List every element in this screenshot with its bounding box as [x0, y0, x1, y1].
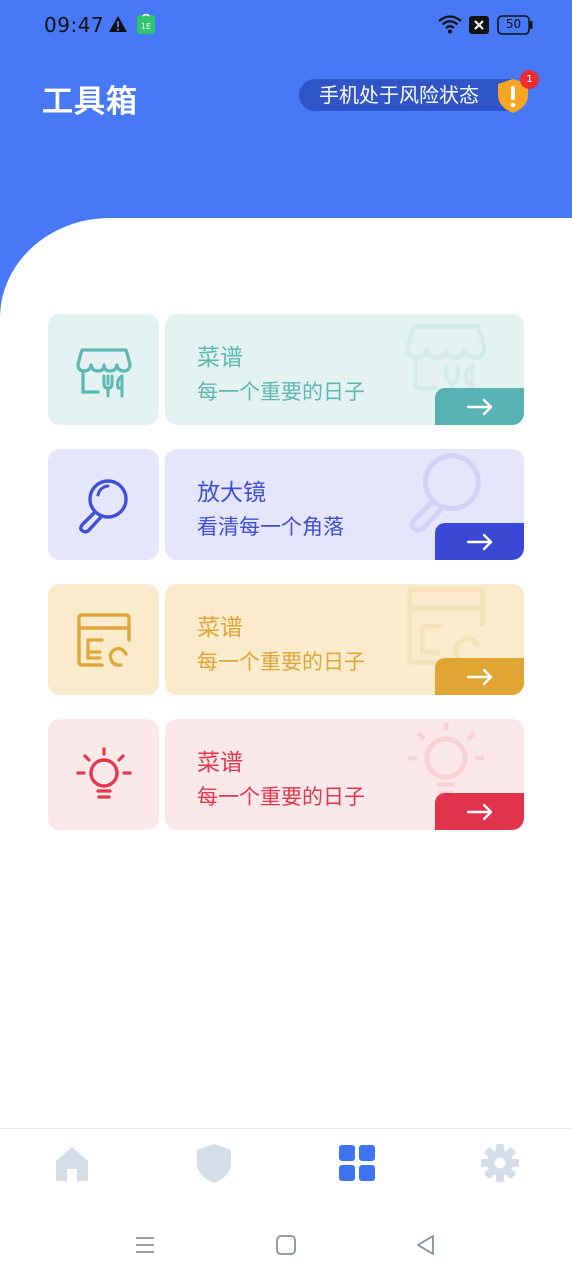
grid-icon[interactable]	[337, 1143, 377, 1183]
sim-notification-icon: 1E	[137, 13, 155, 34]
no-signal-icon	[469, 16, 489, 34]
tool-card-magnifier[interactable]: 放大镜 看清每一个角落	[48, 449, 524, 560]
card-title: 菜谱	[197, 345, 243, 371]
recipe-card-icon	[76, 612, 131, 667]
risk-status-button[interactable]: 手机处于风险状态	[299, 79, 525, 111]
risk-status-text: 手机处于风险状态	[319, 83, 479, 107]
wifi-icon	[438, 15, 462, 34]
arrow-right-icon	[466, 533, 492, 550]
page-title: 工具箱	[42, 84, 138, 120]
home-square-icon[interactable]	[274, 1233, 298, 1257]
arrow-right-icon	[466, 668, 492, 685]
open-button[interactable]	[435, 793, 524, 830]
tool-icon-tile[interactable]	[48, 719, 159, 830]
tool-info-tile[interactable]: 菜谱 每一个重要的日子	[165, 719, 524, 830]
tool-info-tile[interactable]: 菜谱 每一个重要的日子	[165, 314, 524, 425]
tool-icon-tile[interactable]	[48, 449, 159, 560]
card-title: 放大镜	[197, 480, 266, 506]
card-subtitle: 每一个重要的日子	[197, 380, 365, 404]
arrow-right-icon	[466, 398, 492, 415]
menu-icon[interactable]	[133, 1233, 157, 1257]
warning-icon	[109, 16, 127, 32]
back-triangle-icon[interactable]	[414, 1233, 438, 1257]
tool-icon-tile[interactable]	[48, 584, 159, 695]
card-subtitle: 看清每一个角落	[197, 515, 344, 539]
storefront-utensils-icon	[75, 347, 132, 397]
arrow-right-icon	[466, 803, 492, 820]
tool-card-recipe[interactable]: 菜谱 每一个重要的日子	[48, 314, 524, 425]
open-button[interactable]	[435, 658, 524, 695]
card-subtitle: 每一个重要的日子	[197, 650, 365, 674]
settings-icon[interactable]	[480, 1143, 520, 1183]
bottom-tab-bar	[0, 1128, 572, 1200]
magnifier-icon	[78, 478, 128, 533]
card-title: 菜谱	[197, 615, 243, 641]
shield-icon[interactable]	[194, 1143, 234, 1183]
home-icon[interactable]	[52, 1143, 92, 1183]
notification-badge: 1	[520, 70, 539, 89]
lightbulb-icon	[75, 746, 132, 799]
tool-icon-tile[interactable]	[48, 314, 159, 425]
open-button[interactable]	[435, 523, 524, 560]
battery-icon: 50	[497, 15, 533, 35]
system-nav-bar	[0, 1200, 572, 1280]
battery-level: 50	[505, 17, 522, 31]
status-time: 09:47	[44, 13, 105, 37]
svg-text:1E: 1E	[141, 22, 151, 31]
tool-card-recipe-2[interactable]: 菜谱 每一个重要的日子	[48, 584, 524, 695]
card-subtitle: 每一个重要的日子	[197, 785, 365, 809]
tool-info-tile[interactable]: 菜谱 每一个重要的日子	[165, 584, 524, 695]
tool-card-recipe-3[interactable]: 菜谱 每一个重要的日子	[48, 719, 524, 830]
tool-info-tile[interactable]: 放大镜 看清每一个角落	[165, 449, 524, 560]
status-bar: 09:47 1E 50	[0, 0, 572, 52]
open-button[interactable]	[435, 388, 524, 425]
card-title: 菜谱	[197, 750, 243, 776]
